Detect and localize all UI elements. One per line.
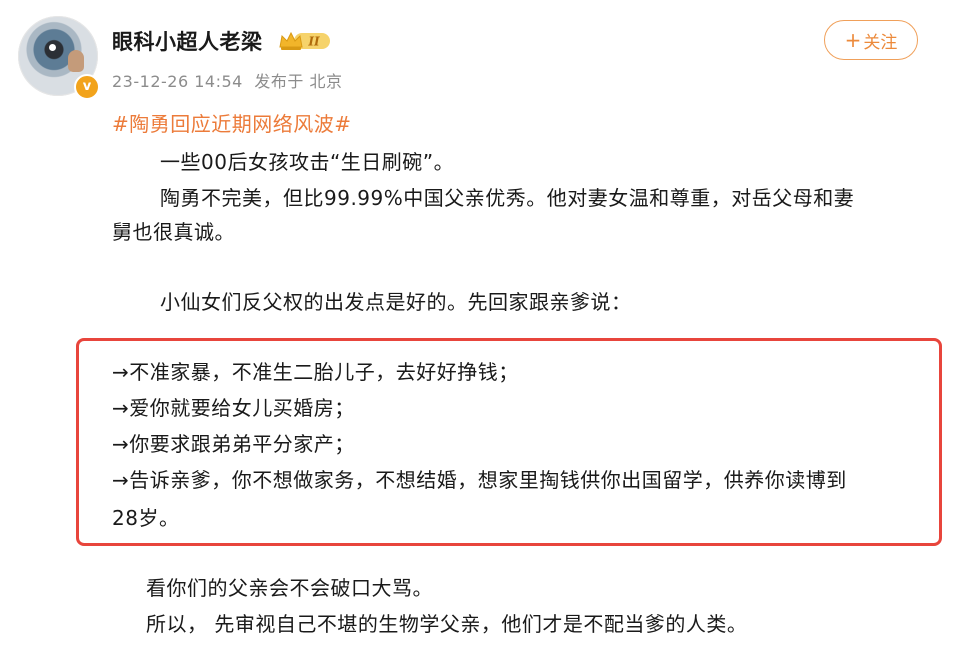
post-location: 发布于 北京 bbox=[254, 72, 343, 91]
boxed-item-4-cont: 28岁。 bbox=[112, 506, 180, 530]
weibo-post: v 眼科小超人老梁 II 23-12-26 14:54 发布于 北京 + 关注 … bbox=[0, 0, 960, 645]
paragraph-3: 小仙女们反父权的出发点是好的。先回家跟亲爹说： bbox=[160, 290, 632, 314]
closing-1: 看你们的父亲会不会破口大骂。 bbox=[146, 576, 433, 600]
verified-icon: v bbox=[74, 74, 100, 100]
hashtag-link[interactable]: #陶勇回应近期网络风波# bbox=[112, 108, 352, 137]
paragraph-1: 一些00后女孩攻击“生日刷碗”。 bbox=[160, 150, 455, 174]
post-meta: 23-12-26 14:54 发布于 北京 bbox=[112, 68, 349, 92]
avatar-figure bbox=[68, 50, 84, 72]
level-badge-text: II bbox=[307, 35, 320, 49]
plus-icon: + bbox=[844, 28, 862, 52]
boxed-item-2: →爱你就要给女儿买婚房； bbox=[112, 396, 355, 420]
author-name[interactable]: 眼科小超人老梁 bbox=[112, 26, 263, 56]
paragraph-2: 陶勇不完美，但比99.99%中国父亲优秀。他对妻女温和尊重，对岳父母和妻 bbox=[160, 186, 855, 210]
boxed-item-4: →告诉亲爹，你不想做家务，不想结婚，想家里掏钱供你出国留学，供养你读博到 bbox=[112, 468, 847, 492]
boxed-item-3: →你要求跟弟弟平分家产； bbox=[112, 432, 355, 456]
paragraph-2-cont: 舅也很真诚。 bbox=[112, 220, 235, 244]
follow-label: 关注 bbox=[863, 32, 898, 53]
post-time: 23-12-26 14:54 bbox=[112, 72, 243, 91]
closing-2: 所以， 先审视自己不堪的生物学父亲，他们才是不配当爹的人类。 bbox=[146, 612, 748, 636]
avatar-eye-highlight bbox=[49, 44, 56, 51]
crown-level-badge-icon: II bbox=[279, 31, 330, 50]
boxed-item-1: →不准家暴，不准生二胎儿子，去好好挣钱； bbox=[112, 360, 519, 384]
follow-button[interactable]: + 关注 bbox=[824, 20, 918, 60]
